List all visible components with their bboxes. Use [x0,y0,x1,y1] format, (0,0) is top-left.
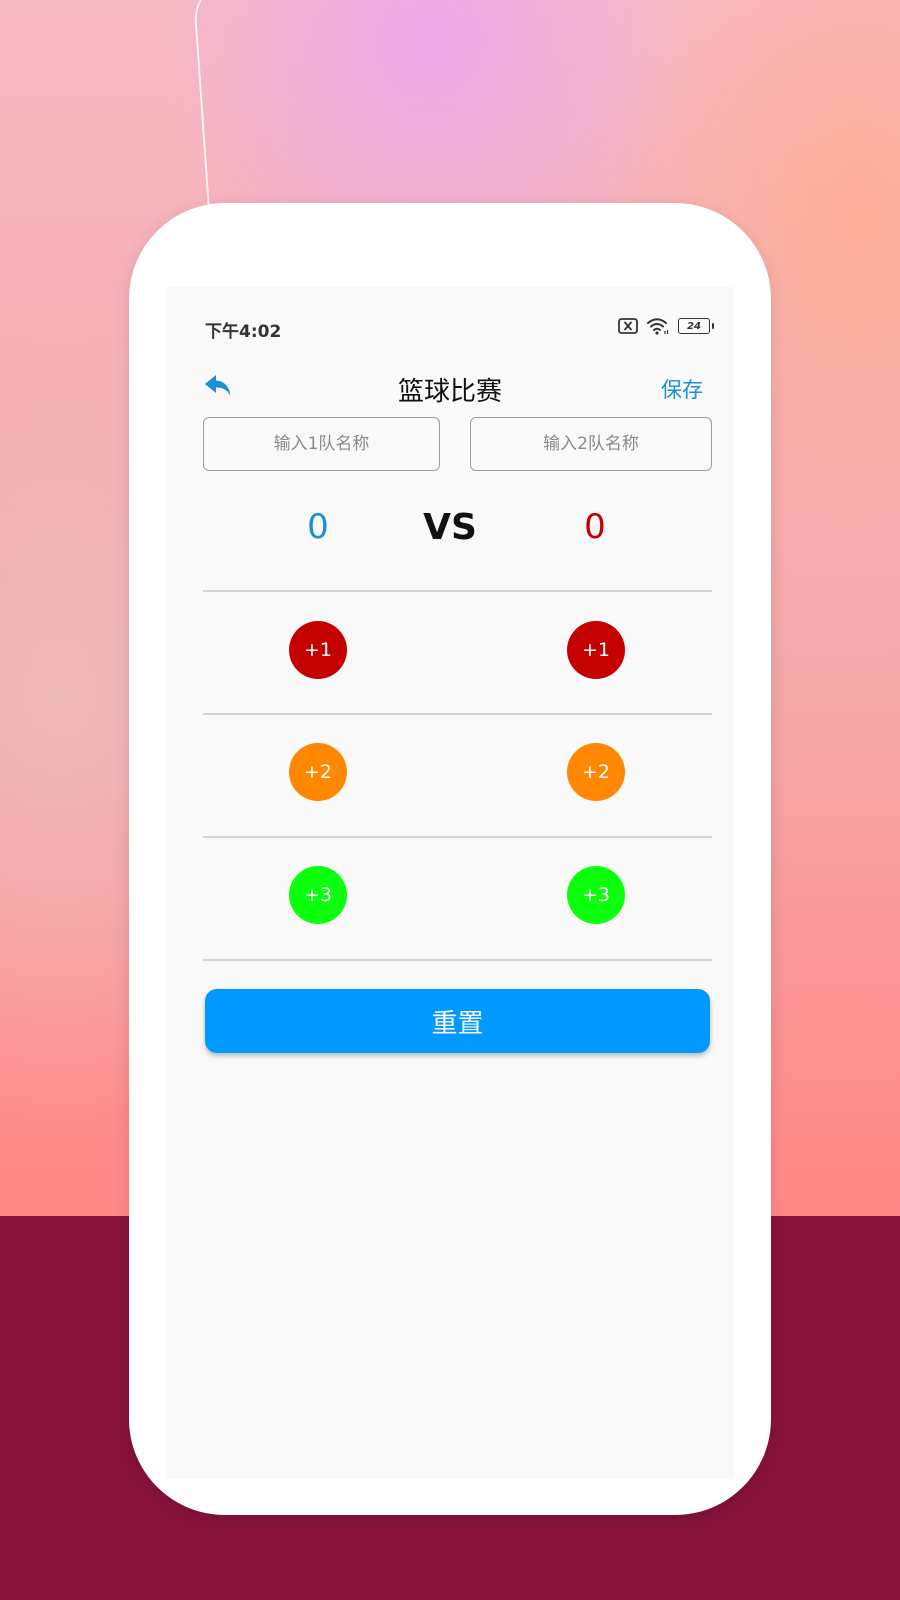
app-screen: 下午4:02 24 篮球比赛 保存 输入1队名称 输入2队名称 0 VS 0 +… [166,287,734,1479]
divider [203,713,712,715]
status-bar: 下午4:02 24 [166,287,734,357]
battery-icon: 24 [678,318,714,334]
status-time: 下午4:02 [205,322,282,342]
status-icons: 24 [618,317,714,335]
team2-score: 0 [584,507,606,547]
team1-score: 0 [307,507,329,547]
team2-name-input[interactable]: 输入2队名称 [470,417,712,471]
scoreboard: 0 VS 0 [166,507,734,571]
team2-plus2-button[interactable]: +2 [567,743,625,801]
wifi-icon [646,317,670,335]
vs-label: VS [423,507,477,548]
team1-plus3-button[interactable]: +3 [289,866,347,924]
team2-plus3-button[interactable]: +3 [567,866,625,924]
team2-plus1-button[interactable]: +1 [567,621,625,679]
divider [203,959,712,961]
save-button[interactable]: 保存 [661,374,703,404]
team1-name-input[interactable]: 输入1队名称 [203,417,440,471]
divider [203,836,712,838]
reset-button[interactable]: 重置 [205,989,710,1053]
sim-off-icon [618,318,638,334]
team1-plus2-button[interactable]: +2 [289,743,347,801]
page-title: 篮球比赛 [397,377,502,407]
divider [203,590,712,592]
team1-plus1-button[interactable]: +1 [289,621,347,679]
toolbar: 篮球比赛 保存 [166,357,734,417]
